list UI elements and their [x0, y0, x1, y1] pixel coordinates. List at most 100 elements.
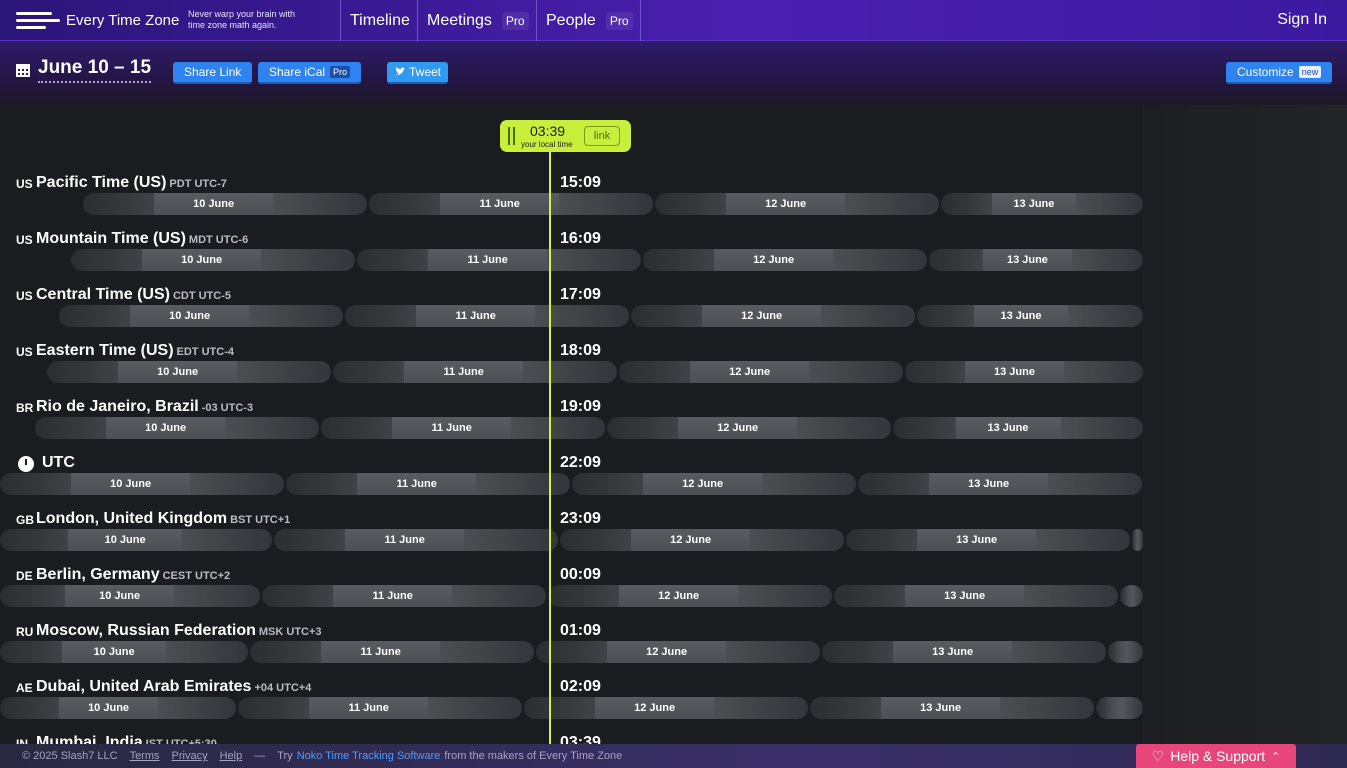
- day-bar[interactable]: 10 June: [59, 305, 343, 327]
- timezone-name[interactable]: UTC: [42, 454, 75, 472]
- day-bar[interactable]: 13 June: [810, 697, 1094, 719]
- sign-in-link[interactable]: Sign In: [1277, 11, 1327, 29]
- day-bar[interactable]: 10 June: [71, 249, 355, 271]
- day-bar[interactable]: 12 June: [548, 585, 832, 607]
- timezone-row[interactable]: DE Berlin, Germany CEST UTC+2 00:09 10 June 1…: [0, 566, 1143, 625]
- share-ical-button[interactable]: Share iCal Pro: [258, 62, 362, 84]
- day-bar[interactable]: 11 June: [238, 697, 522, 719]
- timezone-time: 22:09: [560, 454, 601, 471]
- timezone-name[interactable]: Pacific Time (US) PDT UTC-7: [36, 174, 227, 192]
- timezone-row[interactable]: AE Dubai, United Arab Emirates +04 UTC+4 02…: [0, 678, 1143, 737]
- nav-meetings[interactable]: Meetings Pro: [417, 0, 538, 41]
- privacy-link[interactable]: Privacy: [172, 750, 208, 762]
- day-bar[interactable]: 12 June: [572, 473, 856, 495]
- day-bar[interactable]: 10 June: [47, 361, 331, 383]
- day-bar[interactable]: 13 June: [858, 473, 1142, 495]
- timezone-abbreviation: CDT UTC-5: [172, 290, 232, 302]
- day-bar[interactable]: 12 June: [607, 417, 891, 439]
- timezone-name[interactable]: Dubai, United Arab Emirates +04 UTC+4: [36, 678, 311, 696]
- timezone-name[interactable]: Mountain Time (US) MDT UTC-6: [36, 230, 248, 248]
- timezone-time: 00:09: [560, 566, 601, 583]
- day-bar[interactable]: 13 June: [893, 417, 1143, 439]
- nav-people[interactable]: People Pro: [536, 0, 641, 41]
- chevron-up-icon: ⌃: [1271, 750, 1281, 763]
- day-bar[interactable]: [1132, 529, 1143, 551]
- day-bar[interactable]: 10 June: [83, 193, 367, 215]
- day-bar[interactable]: 10 June: [0, 641, 248, 663]
- current-time-label: your local time: [521, 140, 573, 149]
- day-bar[interactable]: 12 June: [560, 529, 844, 551]
- timezone-row[interactable]: US Pacific Time (US) PDT UTC-7 15:09 10 June…: [0, 174, 1143, 233]
- timezone-time: 02:09: [560, 678, 601, 695]
- day-bar[interactable]: 10 June: [0, 473, 284, 495]
- date-range-picker[interactable]: June 10 – 15: [38, 57, 152, 83]
- day-bar[interactable]: 12 June: [655, 193, 939, 215]
- timezone-name-label: Dubai, United Arab Emirates: [36, 678, 252, 695]
- day-bar[interactable]: 12 June: [524, 697, 808, 719]
- customize-button[interactable]: Customize new: [1226, 62, 1333, 84]
- brand-name[interactable]: Every Time Zone: [66, 12, 179, 29]
- day-bar[interactable]: 11 June: [274, 529, 558, 551]
- day-bar[interactable]: 13 June: [917, 305, 1143, 327]
- logo[interactable]: [16, 10, 60, 32]
- day-bar[interactable]: 12 June: [631, 305, 915, 327]
- noko-link[interactable]: Noko Time Tracking Software: [297, 750, 441, 762]
- day-bar[interactable]: 10 June: [0, 697, 236, 719]
- share-link-button[interactable]: Share Link: [173, 62, 253, 84]
- timezone-row[interactable]: US Eastern Time (US) EDT UTC-4 18:09 10 June…: [0, 342, 1143, 401]
- current-time: 03:39: [530, 123, 566, 139]
- timezone-row[interactable]: US Mountain Time (US) MDT UTC-6 16:09 10 Jun…: [0, 230, 1143, 289]
- day-label: 13 June: [982, 249, 1073, 271]
- timezone-row[interactable]: RU Moscow, Russian Federation MSK UTC+3 01:…: [0, 622, 1143, 681]
- day-bar[interactable]: 12 June: [536, 641, 820, 663]
- timezone-row[interactable]: US Central Time (US) CDT UTC-5 17:09 10 June…: [0, 286, 1143, 345]
- terms-link[interactable]: Terms: [130, 750, 160, 762]
- nav-timeline[interactable]: Timeline: [340, 0, 419, 41]
- day-label: 13 June: [881, 697, 1001, 719]
- day-bar[interactable]: 13 June: [846, 529, 1130, 551]
- day-bar[interactable]: 13 June: [822, 641, 1106, 663]
- nav-people-label: People: [546, 11, 596, 29]
- timezone-name[interactable]: Rio de Janeiro, Brazil -03 UTC-3: [36, 398, 253, 416]
- day-bar[interactable]: 11 June: [345, 305, 629, 327]
- timezone-name-label: Rio de Janeiro, Brazil: [36, 398, 199, 415]
- current-time-marker[interactable]: 03:39 your local time link: [500, 120, 631, 152]
- day-bar[interactable]: [1096, 697, 1143, 719]
- timezone-row[interactable]: BR Rio de Janeiro, Brazil -03 UTC-3 19:09 10…: [0, 398, 1143, 457]
- timezone-row[interactable]: GB London, United Kingdom BST UTC+1 23:09 10…: [0, 510, 1143, 569]
- day-bar[interactable]: 13 June: [941, 193, 1143, 215]
- day-bar[interactable]: 10 June: [0, 529, 272, 551]
- day-bar[interactable]: 11 June: [286, 473, 570, 495]
- help-support-button[interactable]: ♡ Help & Support ⌃: [1136, 744, 1296, 768]
- timezone-name[interactable]: Central Time (US) CDT UTC-5: [36, 286, 231, 304]
- day-bar[interactable]: 10 June: [0, 585, 260, 607]
- day-bar[interactable]: 13 June: [905, 361, 1143, 383]
- day-bar[interactable]: 13 June: [834, 585, 1118, 607]
- day-bar[interactable]: [1108, 641, 1143, 663]
- timezone-name[interactable]: Moscow, Russian Federation MSK UTC+3: [36, 622, 322, 640]
- timezone-row[interactable]: UTC 22:09 10 June 11 June 12 June 13 June: [0, 454, 1143, 513]
- day-label: 11 June: [428, 249, 548, 271]
- day-bar[interactable]: 13 June: [929, 249, 1143, 271]
- time-link-button[interactable]: link: [584, 126, 620, 146]
- day-label: 11 June: [321, 641, 441, 663]
- day-bar[interactable]: 11 June: [333, 361, 617, 383]
- timezone-name[interactable]: Berlin, Germany CEST UTC+2: [36, 566, 230, 584]
- day-bar[interactable]: 11 June: [357, 249, 641, 271]
- current-time-line[interactable]: [549, 148, 551, 748]
- day-bar[interactable]: 11 June: [321, 417, 605, 439]
- day-bar[interactable]: 11 June: [262, 585, 546, 607]
- day-bar[interactable]: 12 June: [643, 249, 927, 271]
- day-bar[interactable]: [1120, 585, 1143, 607]
- timezone-name[interactable]: Eastern Time (US) EDT UTC-4: [36, 342, 234, 360]
- day-bar[interactable]: 11 June: [369, 193, 653, 215]
- drag-handle-icon[interactable]: [508, 127, 515, 145]
- day-label: 12 June: [595, 697, 715, 719]
- timezone-name[interactable]: London, United Kingdom BST UTC+1: [36, 510, 290, 528]
- day-bar[interactable]: 12 June: [619, 361, 903, 383]
- tweet-button[interactable]: Tweet: [387, 62, 449, 84]
- day-bar[interactable]: 11 June: [250, 641, 534, 663]
- day-bar[interactable]: 10 June: [35, 417, 319, 439]
- day-label: 13 June: [929, 473, 1049, 495]
- help-link[interactable]: Help: [220, 750, 243, 762]
